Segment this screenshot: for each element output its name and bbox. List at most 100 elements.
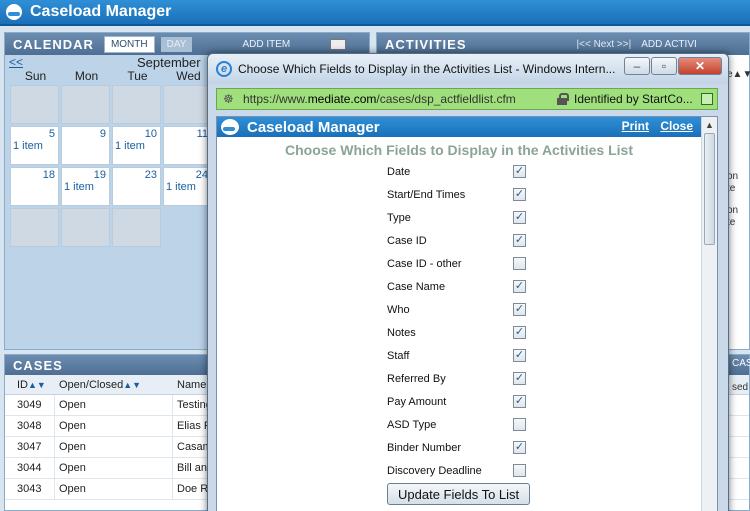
calendar-day-cell[interactable] bbox=[61, 208, 110, 247]
maximize-button[interactable]: ▫ bbox=[651, 57, 677, 75]
cases-right-header: CAS bbox=[732, 358, 750, 369]
calendar-day-cell[interactable] bbox=[61, 85, 110, 124]
field-option-row: Case ID ✓ bbox=[387, 229, 547, 252]
field-checkbox[interactable]: ✓ bbox=[513, 211, 526, 224]
caseload-logo-icon bbox=[6, 4, 22, 20]
calendar-day-cell[interactable]: 9 bbox=[61, 126, 110, 165]
vertical-scrollbar[interactable]: ▲ bbox=[701, 117, 717, 511]
field-chooser-heading: Choose Which Fields to Display in the Ac… bbox=[285, 142, 633, 158]
field-label: Who bbox=[387, 303, 410, 316]
day-view-button[interactable]: DAY bbox=[160, 36, 193, 52]
activities-pager[interactable]: |<< Next >>| bbox=[577, 39, 632, 50]
scroll-up-arrow-icon[interactable]: ▲ bbox=[702, 117, 717, 133]
day-item-count[interactable]: 1 item bbox=[13, 140, 43, 152]
calendar-day-cell[interactable] bbox=[112, 208, 161, 247]
popup-links: Print Close bbox=[614, 119, 693, 133]
col-id-label: ID bbox=[17, 378, 28, 391]
add-activity-link[interactable]: ADD ACTIVI bbox=[641, 39, 697, 50]
certificate-icon[interactable] bbox=[701, 93, 713, 105]
sort-arrows-icon[interactable]: ▲▼ bbox=[28, 380, 46, 390]
case-status-cell: Open bbox=[55, 395, 173, 415]
update-fields-button[interactable]: Update Fields To List bbox=[387, 483, 531, 505]
field-checkbox[interactable]: ✓ bbox=[513, 326, 526, 339]
calendar-day-cell[interactable]: 24 1 item bbox=[163, 167, 212, 206]
field-checkbox[interactable]: ✓ bbox=[513, 234, 526, 247]
page-icon: ☸ bbox=[223, 92, 234, 106]
day-number: 5 bbox=[48, 128, 55, 140]
lock-icon[interactable] bbox=[557, 93, 569, 105]
field-checkbox[interactable]: ✓ bbox=[513, 280, 526, 293]
app-title: Caseload Manager bbox=[30, 3, 172, 20]
field-checkbox[interactable] bbox=[513, 464, 526, 477]
site-identity[interactable]: Identified by StartCo... bbox=[574, 92, 693, 106]
calendar-day-cell[interactable] bbox=[112, 85, 161, 124]
field-label: Type bbox=[387, 211, 411, 224]
field-checkbox[interactable] bbox=[513, 418, 526, 431]
close-window-button[interactable]: ✕ bbox=[678, 57, 722, 75]
address-url[interactable]: https://www.mediate.com/cases/dsp_actfie… bbox=[243, 92, 516, 106]
field-option-row: Referred By ✓ bbox=[387, 367, 547, 390]
calendar-day-cell[interactable] bbox=[163, 85, 212, 124]
field-option-row: Type ✓ bbox=[387, 206, 547, 229]
activities-sort-header[interactable]: e▲▼ bbox=[727, 69, 750, 80]
print-link[interactable]: Print bbox=[622, 119, 649, 133]
month-view-button[interactable]: MONTH bbox=[103, 35, 155, 53]
calendar-day-cell[interactable]: 5 1 item bbox=[10, 126, 59, 165]
sort-arrows-icon[interactable]: ▲▼ bbox=[123, 380, 141, 390]
field-checkbox[interactable]: ✓ bbox=[513, 349, 526, 362]
calendar-header: CALENDAR MONTH DAY ADD ITEM bbox=[5, 33, 369, 55]
address-bar[interactable]: ☸ https://www.mediate.com/cases/dsp_actf… bbox=[216, 88, 718, 110]
field-checkbox[interactable]: ✓ bbox=[513, 372, 526, 385]
window-controls: – ▫ ✕ bbox=[623, 57, 722, 75]
popup-app-title: Caseload Manager bbox=[247, 118, 380, 136]
calendar-day-cell[interactable]: 10 1 item bbox=[112, 126, 161, 165]
scroll-thumb[interactable] bbox=[704, 133, 715, 245]
day-item-count[interactable]: 1 item bbox=[64, 181, 94, 193]
field-checkbox[interactable]: ✓ bbox=[513, 165, 526, 178]
field-option-row: Staff ✓ bbox=[387, 344, 547, 367]
calendar-day-cell[interactable] bbox=[10, 208, 59, 247]
case-status-cell: Open bbox=[55, 479, 173, 499]
field-checkbox[interactable]: ✓ bbox=[513, 395, 526, 408]
month-label: September bbox=[137, 55, 201, 70]
calendar-day-cell[interactable]: 23 bbox=[112, 167, 161, 206]
case-id-cell: 3048 bbox=[5, 416, 55, 436]
calendar-options-icon[interactable] bbox=[330, 38, 347, 50]
day-item-count[interactable]: 1 item bbox=[166, 181, 196, 193]
calendar-day-cell[interactable]: 19 1 item bbox=[61, 167, 110, 206]
minimize-button[interactable]: – bbox=[624, 57, 650, 75]
field-option-row: Case Name ✓ bbox=[387, 275, 547, 298]
case-status-cell: Open bbox=[55, 458, 173, 478]
field-option-row: Notes ✓ bbox=[387, 321, 547, 344]
case-status-cell: Open bbox=[55, 416, 173, 436]
calendar-day-cell[interactable]: 11 bbox=[163, 126, 212, 165]
close-link[interactable]: Close bbox=[660, 119, 693, 133]
field-checkbox[interactable]: ✓ bbox=[513, 188, 526, 201]
field-checkbox[interactable]: ✓ bbox=[513, 303, 526, 316]
cases-right-sort[interactable]: sed▲ bbox=[732, 382, 750, 393]
calendar-day-cell[interactable]: 18 bbox=[10, 167, 59, 206]
col-id-header[interactable]: ID▲▼ bbox=[5, 379, 55, 391]
col-open-header[interactable]: Open/Closed▲▼ bbox=[55, 379, 173, 391]
popup-app-bar: Caseload Manager Print Close bbox=[217, 117, 717, 137]
cases-title: CASES bbox=[13, 357, 63, 373]
field-checkbox[interactable] bbox=[513, 257, 526, 270]
activities-title: ACTIVITIES bbox=[385, 36, 467, 52]
field-label: Binder Number bbox=[387, 441, 461, 454]
day-item-count[interactable]: 1 item bbox=[115, 140, 145, 152]
prev-month-link[interactable]: << bbox=[9, 55, 23, 69]
day-number: 18 bbox=[42, 169, 55, 181]
add-item-link[interactable]: ADD ITEM bbox=[242, 39, 290, 50]
calendar-day-cell[interactable] bbox=[10, 85, 59, 124]
field-option-row: Start/End Times ✓ bbox=[387, 183, 547, 206]
field-checkbox[interactable]: ✓ bbox=[513, 441, 526, 454]
field-label: Case Name bbox=[387, 280, 446, 293]
field-option-row: Binder Number ✓ bbox=[387, 436, 547, 459]
calendar-title: CALENDAR bbox=[13, 36, 94, 52]
day-number: 23 bbox=[144, 169, 157, 181]
caseload-logo-icon bbox=[221, 119, 239, 135]
window-titlebar: e Choose Which Fields to Display in the … bbox=[208, 54, 728, 84]
url-prefix: https://www. bbox=[243, 92, 308, 106]
case-status-cell: Open bbox=[55, 437, 173, 457]
app-header: Caseload Manager bbox=[0, 0, 750, 26]
